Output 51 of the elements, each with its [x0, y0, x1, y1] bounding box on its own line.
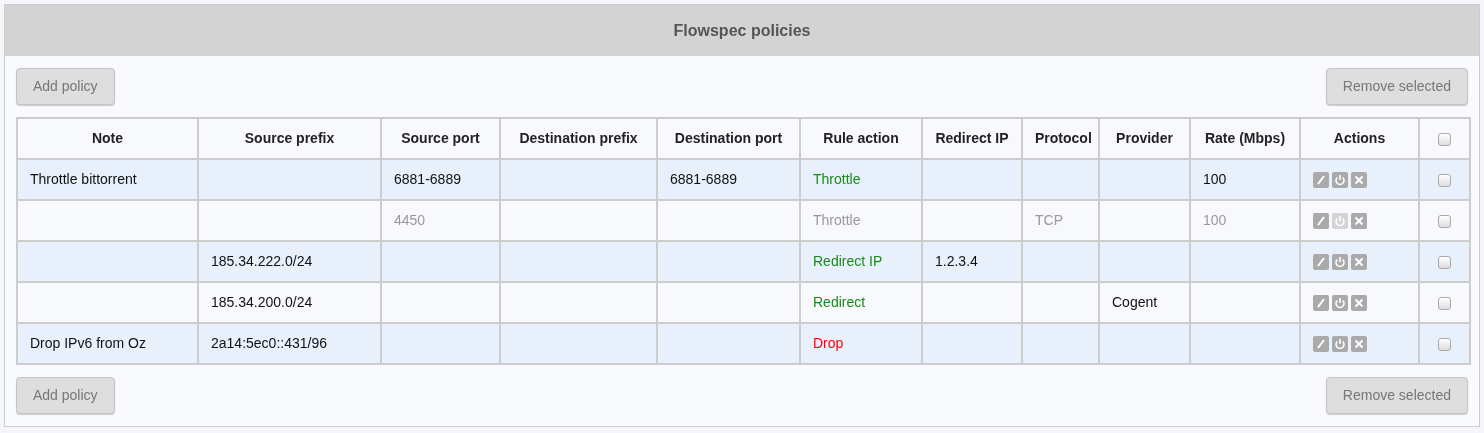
close-icon[interactable] [1351, 295, 1367, 312]
column-header: Note [17, 118, 198, 159]
column-header: Protocol [1022, 118, 1099, 159]
checkbox[interactable] [1438, 337, 1451, 351]
table-cell: 1.2.3.4 [935, 253, 978, 269]
edit-icon[interactable] [1313, 336, 1329, 353]
edit-icon[interactable] [1313, 254, 1329, 271]
table-cell: Drop IPv6 from Oz [30, 335, 146, 351]
edit-icon[interactable] [1313, 172, 1329, 189]
edit-icon[interactable] [1313, 295, 1329, 312]
column-header: Redirect IP [922, 118, 1022, 159]
table-cell: Cogent [1112, 294, 1158, 310]
checkbox[interactable] [1438, 255, 1451, 269]
checkbox[interactable] [1438, 296, 1451, 310]
column-header: Rule action [800, 118, 922, 159]
rule-action: Throttle [813, 171, 861, 187]
table-cell: 185.34.222.0/24 [211, 253, 313, 269]
table-cell: 100 [1203, 212, 1227, 228]
table-cell: 100 [1203, 171, 1227, 187]
rule-action: Drop [813, 335, 844, 351]
column-header: Source port [381, 118, 500, 159]
power-icon[interactable] [1332, 295, 1348, 312]
table-cell: 2a14:5ec0::431/96 [211, 335, 327, 351]
close-icon[interactable] [1351, 336, 1367, 353]
table-cell: 6881-6889 [394, 171, 461, 187]
column-header: Destination prefix [500, 118, 657, 159]
rule-action: Throttle [813, 212, 861, 228]
power-icon[interactable] [1332, 336, 1348, 353]
close-icon[interactable] [1351, 213, 1367, 230]
column-header: Rate (Mbps) [1190, 118, 1300, 159]
close-icon[interactable] [1351, 254, 1367, 271]
power-icon[interactable] [1332, 254, 1348, 271]
column-header: Actions [1300, 118, 1419, 159]
close-icon[interactable] [1351, 172, 1367, 189]
table-cell: TCP [1035, 212, 1063, 228]
rule-action: Redirect [813, 294, 866, 310]
column-header: Provider [1099, 118, 1190, 159]
rule-action: Redirect IP [813, 253, 883, 269]
column-header: Destination port [657, 118, 800, 159]
checkbox[interactable] [1438, 173, 1451, 187]
table-cell: 4450 [394, 212, 426, 228]
table-cell: 185.34.200.0/24 [211, 294, 313, 310]
column-header: Source prefix [198, 118, 381, 159]
checkbox[interactable] [1438, 214, 1451, 228]
table-cell: Throttle bittorrent [30, 171, 137, 187]
edit-icon[interactable] [1313, 213, 1329, 230]
table-cell: 6881-6889 [670, 171, 737, 187]
checkbox[interactable] [1438, 132, 1451, 146]
power-icon[interactable] [1332, 213, 1348, 230]
power-icon[interactable] [1332, 172, 1348, 189]
panel-title: Flowspec policies [5, 5, 1479, 56]
